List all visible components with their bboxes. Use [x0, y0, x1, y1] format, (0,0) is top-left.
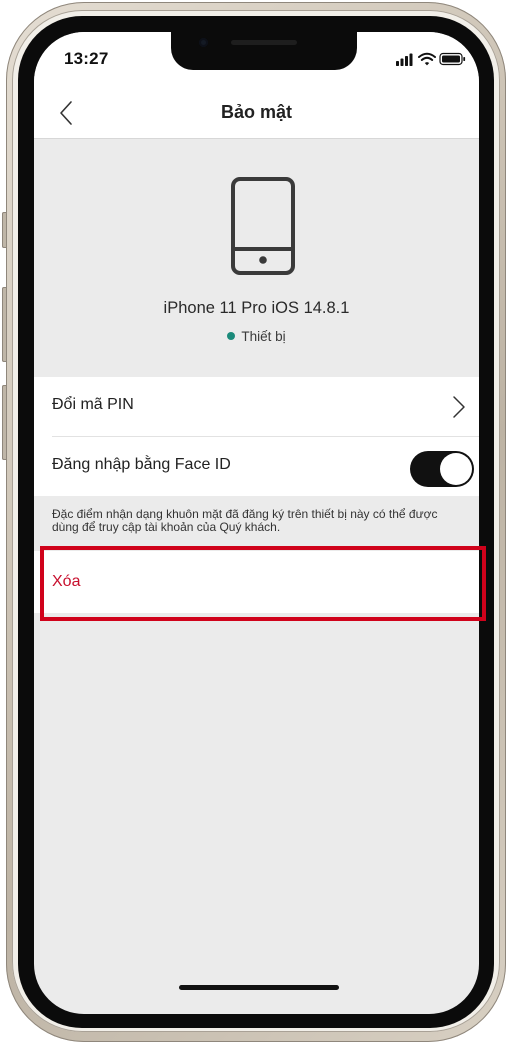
face-id-row: Đăng nhập bằng Face ID — [34, 437, 479, 496]
screen: 13:27 Bảo mật iPhone 11 Pro iOS 14.8.1 T… — [34, 32, 479, 1014]
face-id-footnote: Đặc điểm nhận dạng khuôn mặt đã đăng ký … — [52, 507, 438, 534]
status-icons — [396, 52, 466, 66]
battery-icon — [439, 52, 466, 66]
navigation-bar: Bảo mật — [34, 88, 479, 139]
smartphone-icon — [231, 177, 295, 275]
device-status: Thiết bị — [34, 329, 479, 344]
highlight-box — [40, 546, 486, 621]
front-camera — [199, 38, 208, 47]
device-info: iPhone 11 Pro iOS 14.8.1 Thiết bị — [34, 139, 479, 377]
notch — [171, 32, 357, 70]
phone-mockup: 13:27 Bảo mật iPhone 11 Pro iOS 14.8.1 T… — [0, 0, 513, 1045]
page-title: Bảo mật — [220, 102, 292, 122]
earpiece-speaker — [231, 40, 297, 45]
device-name: iPhone 11 Pro iOS 14.8.1 — [163, 299, 350, 317]
signal-icon — [396, 53, 413, 66]
settings-group: Đổi mã PIN Đăng nhập bằng Face ID — [34, 377, 479, 496]
home-indicator — [179, 985, 339, 990]
chevron-right-icon — [453, 396, 465, 418]
toggle-knob — [440, 453, 472, 485]
face-id-toggle[interactable] — [410, 451, 474, 487]
status-time: 13:27 — [64, 49, 109, 68]
wifi-icon — [418, 52, 436, 66]
change-pin-row[interactable]: Đổi mã PIN — [34, 377, 479, 437]
status-dot-icon — [227, 332, 236, 340]
change-pin-label: Đổi mã PIN — [52, 396, 134, 413]
face-id-label: Đăng nhập bằng Face ID — [52, 456, 231, 473]
device-status-label: Thiết bị — [241, 329, 286, 344]
